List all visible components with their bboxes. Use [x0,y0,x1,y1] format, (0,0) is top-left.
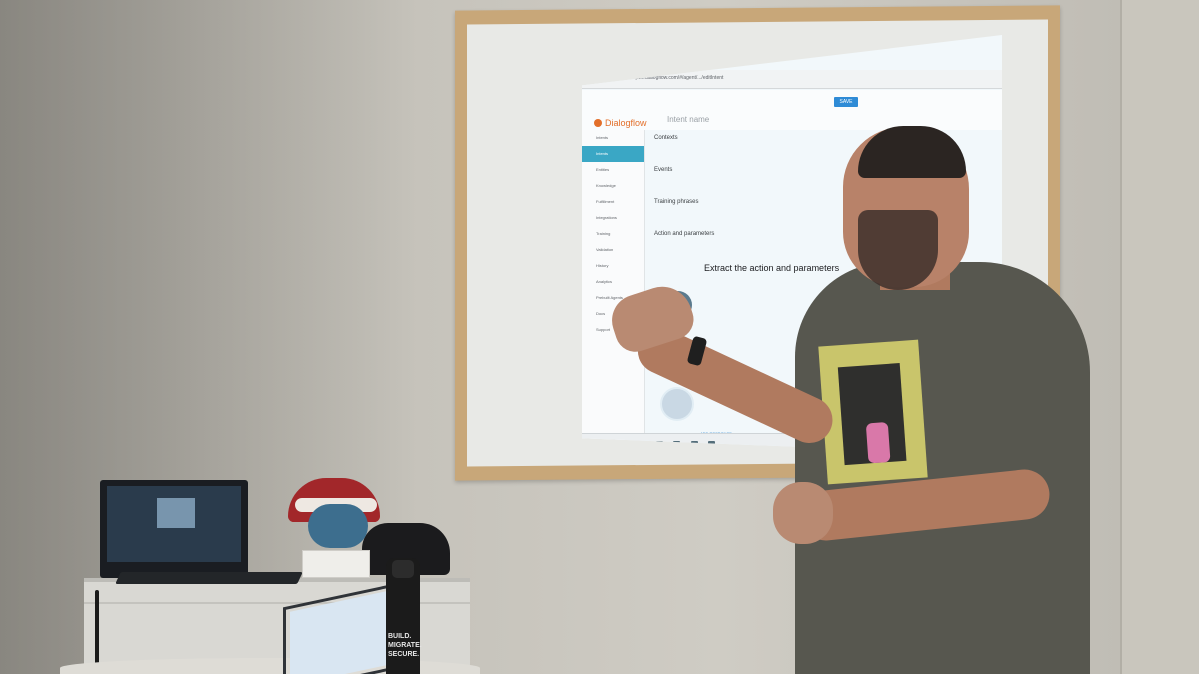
sidebar-item-analytics[interactable]: Analytics [582,274,644,290]
plush-toy [308,504,368,548]
responses-illustration [660,387,694,421]
sidebar-item-docs[interactable]: Docs [582,306,644,322]
laptop-back-screen [107,486,241,562]
sidebar-item-intents[interactable]: Intents [582,146,644,162]
section-contexts[interactable]: Contexts [654,135,994,141]
section-responses[interactable]: Responses [654,313,994,319]
brand-name: Dialogflow [605,118,647,128]
laptop-back [100,480,248,578]
bottle-line-2: MIGRATE. [388,642,422,649]
sidebar-item-fulfillment[interactable]: Fulfillment [582,194,644,210]
sidebar-item-history[interactable]: History [582,258,644,274]
dialogflow-logo: Dialogflow [594,118,647,128]
bottle-cap [392,560,414,578]
parameters-illustration [664,291,692,319]
section-events[interactable]: Events [654,167,994,173]
dialogflow-logo-icon [594,119,602,127]
bottle-line-1: BUILD. [388,633,412,640]
sidebar-item-knowledge[interactable]: Knowledge [582,178,644,194]
presenter-lower-hand [773,482,833,544]
white-box [302,550,370,578]
sidebar-item-training[interactable]: Training [582,226,644,242]
sidebar-item-validation[interactable]: Validation [582,242,644,258]
intent-editor: Contexts Events Training phrases Action … [654,135,994,345]
sidebar-item-support[interactable]: Support [582,322,644,338]
save-button[interactable]: SAVE [834,97,858,107]
extract-heading: Extract the action and parameters [704,263,840,273]
section-training-phrases[interactable]: Training phrases [654,199,994,205]
projected-screen: https://dialogflow.com/#/agent/.../editI… [582,35,1002,455]
bottle-line-3: SECURE. [388,651,420,658]
laptop-back-window [157,498,195,528]
bottle-print: BUILD. MIGRATE. SECURE. [388,632,422,659]
section-action-parameters[interactable]: Action and parameters [654,231,994,237]
sidebar-item-integrations[interactable]: Integrations [582,210,644,226]
intent-name-field[interactable]: Intent name [667,115,709,124]
sidebar-item-entities[interactable]: Entities [582,162,644,178]
presentation-scene: https://dialogflow.com/#/agent/.../editI… [0,0,1199,674]
presenter-lower-arm [798,467,1052,543]
sidebar: Intents Intents Entities Knowledge Fulfi… [582,130,645,440]
laptop-back-base [115,572,303,584]
sidebar-item-prebuilt[interactable]: Prebuilt Agents [582,290,644,306]
right-wall [1120,0,1199,674]
sidebar-item[interactable]: Intents [582,130,644,146]
